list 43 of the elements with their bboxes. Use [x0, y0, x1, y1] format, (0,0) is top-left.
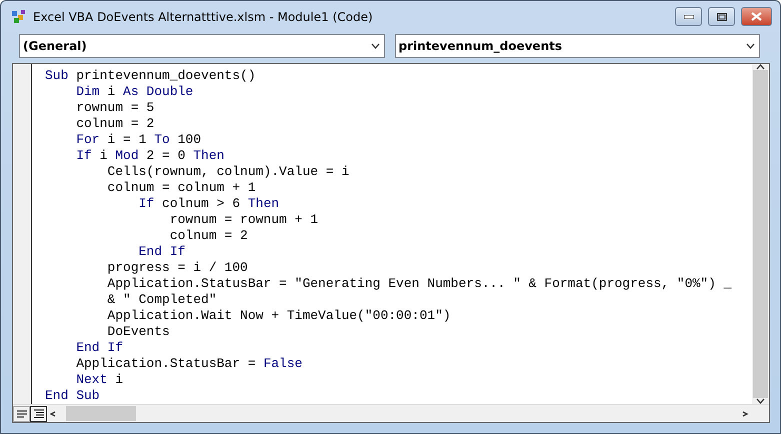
code-line: rownum = 5 [75, 100, 156, 116]
code-line: colnum = 2 [75, 116, 156, 132]
object-dropdown[interactable]: (General) [19, 34, 384, 58]
code-line: progress = i / 100 [106, 260, 249, 276]
code-line: Application.Wait Now + TimeValue("00:00:01") [106, 308, 452, 324]
procedure-view-icon [16, 410, 26, 418]
vba-module-icon [11, 8, 27, 25]
code-line: Next i [75, 372, 124, 388]
code-line: Cells(rownum, colnum).Value = i [106, 164, 350, 180]
code-line: rownum = rownum + 1 [168, 212, 320, 228]
maximize-button[interactable] [708, 7, 735, 26]
code-line: colnum = colnum + 1 [106, 180, 257, 196]
vertical-scrollbar-thumb[interactable] [753, 70, 768, 398]
code-line: End If [75, 340, 124, 356]
code-line: If i Mod 2 = 0 Then [75, 148, 226, 164]
code-line: Application.StatusBar = "Generating Even Numbers... " & Format(progress, "0%") _ [106, 276, 733, 292]
code-line: Sub printevennum_doevents() [45, 68, 257, 84]
caret-icon [370, 43, 380, 50]
code-line: End Sub [45, 388, 101, 404]
code-editor[interactable] [12, 63, 770, 423]
procedure-dropdown[interactable]: printevennum_doevents [394, 34, 760, 58]
code-line: Application.StatusBar = False [75, 356, 304, 372]
minimize-icon [684, 14, 694, 19]
window-title: Excel VBA DoEvents Alternatttive.xlsm - Module1 (Code) [33, 10, 374, 24]
procedure-dropdown-value: printevennum_doevents [398, 39, 563, 54]
maximize-icon [716, 12, 726, 21]
object-dropdown-value: (General) [23, 39, 88, 54]
caret-icon [756, 64, 765, 70]
close-button[interactable] [741, 7, 772, 26]
code-line: End If [138, 244, 186, 260]
horizontal-scrollbar-thumb[interactable] [66, 406, 136, 421]
full-module-view-icon [34, 408, 44, 418]
minimize-button[interactable] [675, 7, 702, 26]
code-line: Dim i As Double [75, 84, 194, 100]
full-module-view-button[interactable] [30, 406, 47, 422]
procedure-view-button[interactable] [13, 406, 30, 422]
code-line: colnum = 2 [168, 228, 249, 244]
caret-icon [746, 43, 755, 50]
code-line: DoEvents [106, 324, 171, 340]
close-icon [751, 12, 762, 22]
code-line: For i = 1 To 100 [75, 132, 202, 148]
code-line: & " Completed" [106, 292, 218, 308]
code-line: If colnum > 6 Then [138, 196, 280, 212]
